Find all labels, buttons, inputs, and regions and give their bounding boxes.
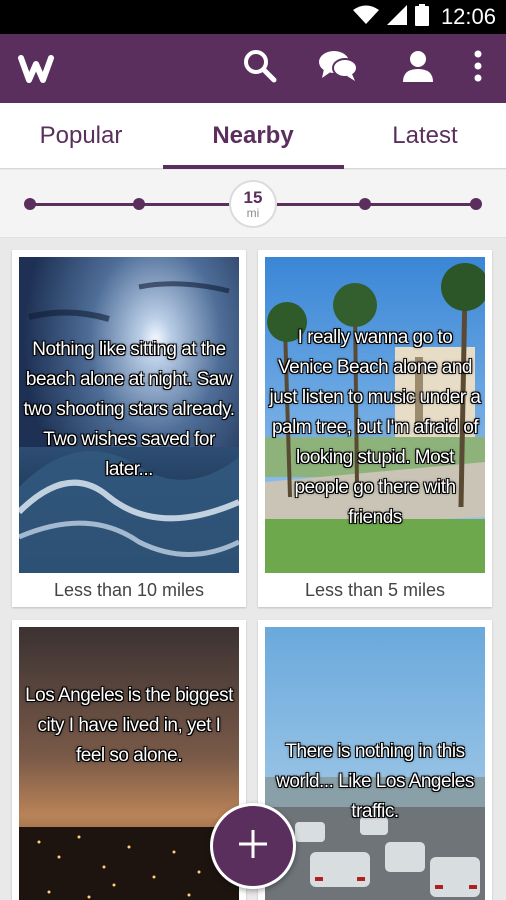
tab-popular[interactable]: Popular: [0, 103, 162, 169]
slider-stop[interactable]: [359, 198, 371, 210]
wifi-icon: [352, 5, 379, 30]
signal-icon: [386, 4, 407, 30]
battery-icon: [414, 3, 429, 31]
card-text: I really wanna go to Venice Beach alone …: [269, 327, 481, 528]
card-text: Los Angeles is the biggest city I have l…: [25, 685, 233, 766]
status-bar: 12:06: [0, 0, 506, 34]
distance-slider[interactable]: 15 mi: [0, 170, 506, 238]
whisper-card[interactable]: I really wanna go to Venice Beach alone …: [258, 250, 492, 607]
tab-nearby[interactable]: Nearby: [162, 103, 344, 169]
whisper-card[interactable]: Nothing like sitting at the beach alone …: [12, 250, 246, 607]
profile-button[interactable]: [396, 46, 440, 90]
slider-stop[interactable]: [133, 198, 145, 210]
status-icons: 12:06: [352, 0, 496, 34]
card-image-freeway-traffic: There is nothing in this world... Like L…: [265, 627, 485, 900]
card-image-venice-beach: I really wanna go to Venice Beach alone …: [265, 257, 485, 573]
more-options-button[interactable]: [456, 46, 500, 90]
compose-fab[interactable]: [210, 803, 296, 889]
tab-latest[interactable]: Latest: [344, 103, 506, 169]
card-distance: Less than 10 miles: [53, 580, 205, 600]
card-image-night-ocean: Nothing like sitting at the beach alone …: [19, 257, 239, 573]
status-time: 12:06: [440, 4, 496, 29]
profile-icon: [401, 49, 435, 88]
card-text: Nothing like sitting at the beach alone …: [23, 339, 235, 480]
distance-value: 15: [243, 188, 263, 207]
more-vert-icon: [473, 50, 483, 87]
card-distance: Less than 5 miles: [304, 580, 446, 600]
slider-stop[interactable]: [24, 198, 36, 210]
chat-button[interactable]: [316, 46, 360, 90]
slider-stop[interactable]: [470, 198, 482, 210]
card-image-city-lights: Los Angeles is the biggest city I have l…: [19, 627, 239, 900]
whisper-logo[interactable]: [18, 50, 62, 86]
search-icon: [243, 49, 277, 88]
tab-bar: Popular Nearby Latest: [0, 103, 506, 169]
slider-knob[interactable]: 15 mi: [229, 180, 277, 228]
app-bar: [0, 34, 506, 103]
chat-icon: [318, 49, 358, 88]
tab-selected-indicator: [163, 165, 344, 169]
card-text: There is nothing in this world... Like L…: [276, 741, 474, 822]
plus-icon: [238, 829, 268, 864]
distance-unit: mi: [246, 206, 260, 220]
search-button[interactable]: [238, 46, 282, 90]
